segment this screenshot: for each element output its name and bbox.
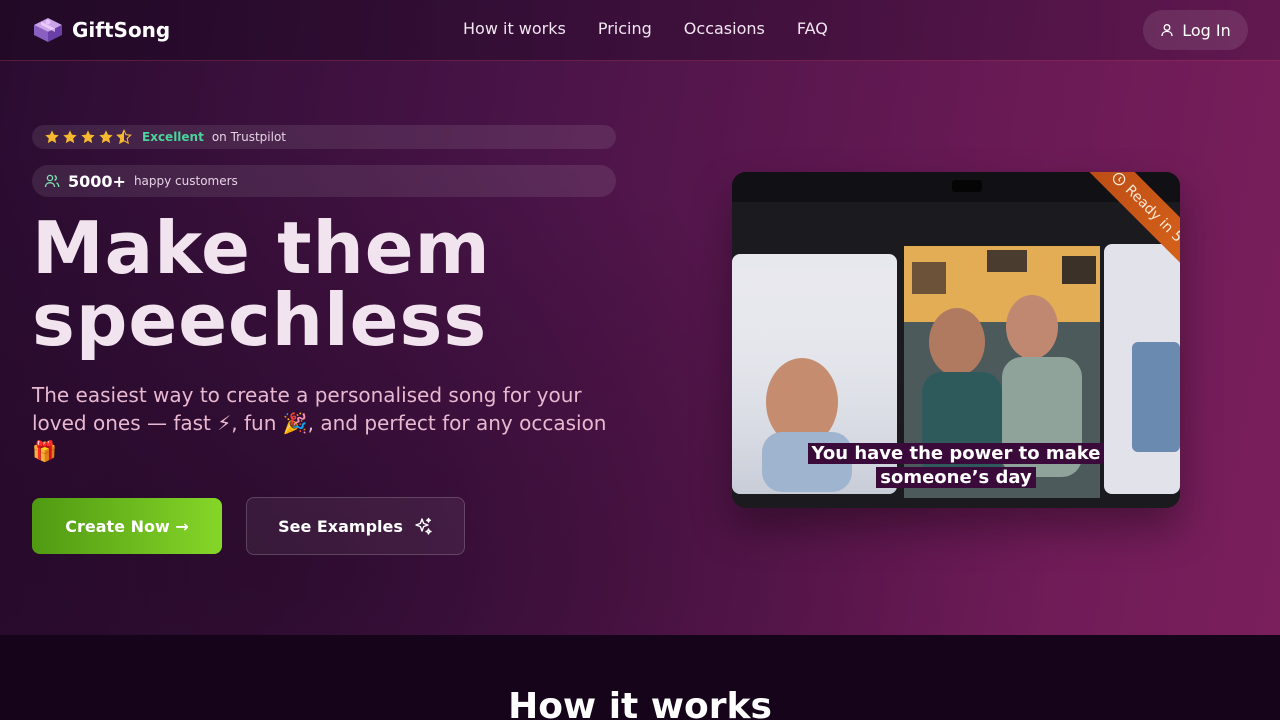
sparkles-icon: [415, 517, 432, 535]
star-half-icon: [116, 129, 132, 145]
example-video-player[interactable]: Ready in 5 min You have the power to mak…: [732, 172, 1180, 508]
hero-subtitle: The easiest way to create a personalised…: [32, 383, 607, 463]
star-icon: [81, 130, 95, 144]
user-icon: [1161, 24, 1173, 37]
rating-stars: [44, 129, 132, 145]
nav-link-faq[interactable]: FAQ: [797, 19, 828, 38]
hero-section: GiftSong How it works Pricing Occasions …: [0, 0, 1280, 635]
see-examples-label: See Examples: [278, 516, 403, 536]
trustpilot-rating: Excellent on Trustpilot: [32, 125, 616, 149]
brand-name: GiftSong: [72, 18, 171, 42]
brand-logo[interactable]: GiftSong: [32, 16, 170, 44]
star-icon: [99, 130, 113, 144]
video-caption: You have the power to make someone’s day: [732, 442, 1180, 490]
top-nav: GiftSong How it works Pricing Occasions …: [0, 0, 1280, 61]
users-icon: [44, 174, 60, 188]
nav-link-occasions[interactable]: Occasions: [684, 19, 765, 38]
rating-label: Excellent: [142, 130, 204, 144]
customer-count: 5000+: [68, 171, 126, 191]
caption-line-2: someone’s day: [876, 467, 1036, 488]
rating-source: on Trustpilot: [211, 130, 286, 144]
star-icon: [63, 130, 77, 144]
nav-link-how-it-works[interactable]: How it works: [463, 19, 566, 38]
how-it-works-heading: How it works: [508, 686, 772, 720]
login-button[interactable]: Log In: [1143, 10, 1248, 50]
login-label: Log In: [1182, 20, 1231, 40]
headline-line-2: speechless: [32, 278, 488, 362]
ready-ribbon: Ready in 5 min: [1040, 172, 1180, 312]
customer-count-badge: 5000+ happy customers: [32, 165, 616, 197]
nav-links: How it works Pricing Occasions FAQ: [463, 19, 828, 38]
create-now-button[interactable]: Create Now →: [32, 498, 222, 554]
create-now-label: Create Now →: [65, 516, 189, 536]
nav-link-pricing[interactable]: Pricing: [598, 19, 652, 38]
gift-box-icon: [34, 18, 62, 42]
ribbon-banner: Ready in 5 min: [1075, 172, 1180, 301]
headline-line-1: Make them: [32, 206, 491, 290]
star-icon: [45, 130, 59, 144]
hero-headline: Make them speechless: [32, 212, 491, 356]
see-examples-button[interactable]: See Examples: [246, 497, 465, 555]
clock-icon: [1112, 172, 1126, 186]
ribbon-text: Ready in 5 min: [1121, 181, 1180, 268]
caption-line-1: You have the power to make: [807, 443, 1105, 464]
customer-text: happy customers: [133, 174, 238, 188]
